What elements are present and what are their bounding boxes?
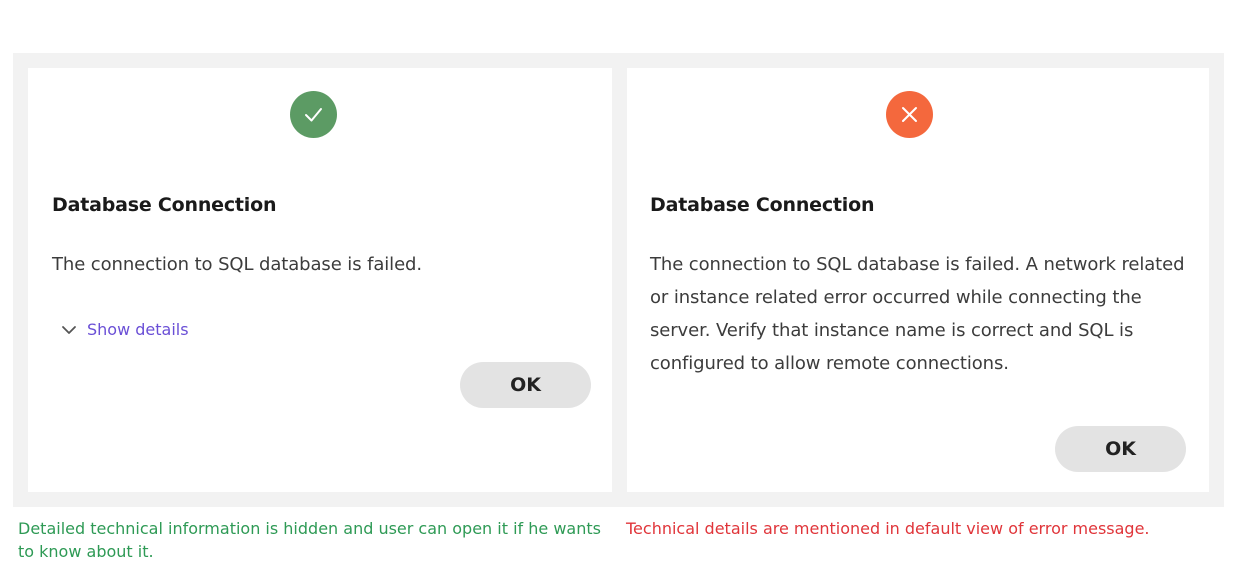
close-icon [886, 91, 933, 138]
dialog-message: The connection to SQL database is failed… [650, 254, 1185, 374]
ok-button[interactable]: OK [1055, 426, 1186, 472]
dialog-title: Database Connection [650, 194, 875, 216]
dialog-details-hidden: Database Connection The connection to SQ… [28, 68, 612, 492]
chevron-down-icon [61, 322, 77, 338]
show-details-toggle[interactable]: Show details [61, 320, 189, 339]
dialog-details-shown: Database Connection The connection to SQ… [627, 68, 1209, 492]
caption-details-hidden: Detailed technical information is hidden… [18, 519, 601, 561]
dialog-message: The connection to SQL database is failed… [52, 254, 422, 275]
dialog-title: Database Connection [52, 194, 277, 216]
caption-details-shown: Technical details are mentioned in defau… [626, 519, 1150, 538]
ok-button[interactable]: OK [460, 362, 591, 408]
show-details-label: Show details [87, 320, 189, 339]
checkmark-icon [290, 91, 337, 138]
comparison-stage: Database Connection The connection to SQ… [0, 0, 1248, 580]
